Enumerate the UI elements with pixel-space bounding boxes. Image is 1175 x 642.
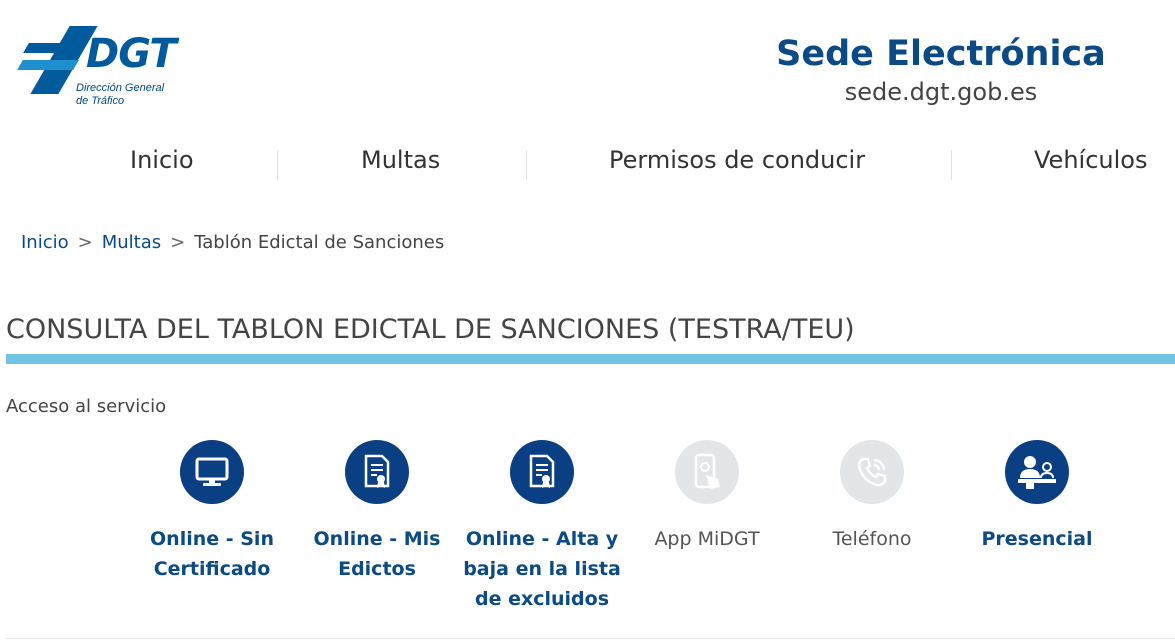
monitor-icon <box>195 457 229 486</box>
content-divider <box>6 638 1175 639</box>
service-label-line: Online - Mis <box>313 528 441 550</box>
service-icon-circle <box>675 440 739 504</box>
service-online-sin-certificado[interactable]: Online - Sin Certificado <box>127 440 297 584</box>
section-label: Acceso al servicio <box>6 396 167 417</box>
main-nav: Inicio Multas Permisos de conducir Vehíc… <box>0 146 1175 182</box>
mobile-app-icon <box>694 453 720 489</box>
logo-wordmark: DGT <box>86 31 177 77</box>
service-label-line: Presencial <box>981 528 1093 550</box>
service-label-line: baja en la lista <box>463 558 621 580</box>
breadcrumb-separator: > <box>170 232 186 253</box>
breadcrumb-current: Tablón Edictal de Sanciones <box>194 232 445 253</box>
site-url: sede.dgt.gob.es <box>844 78 1038 106</box>
service-label-line: de excluidos <box>474 588 610 610</box>
service-label-line: Teléfono <box>832 528 912 550</box>
service-telefono[interactable]: Teléfono <box>787 440 957 554</box>
page-title: CONSULTA DEL TABLON EDICTAL DE SANCIONES… <box>6 314 855 345</box>
service-online-alta-baja-excluidos[interactable]: Online - Alta y baja en la lista de excl… <box>457 440 627 614</box>
service-icon-circle <box>345 440 409 504</box>
service-label: Online - Mis Edictos <box>292 524 462 584</box>
logo-stripe <box>23 43 85 53</box>
breadcrumb-link-inicio[interactable]: Inicio <box>21 232 69 253</box>
nav-divider <box>951 150 952 180</box>
service-label: Online - Alta y baja en la lista de excl… <box>457 524 627 614</box>
certificate-document-icon <box>529 454 555 488</box>
service-icon-circle <box>180 440 244 504</box>
nav-item-vehiculos[interactable]: Vehículos <box>1034 146 1147 174</box>
service-label: Teléfono <box>787 524 957 554</box>
nav-item-multas[interactable]: Multas <box>361 146 440 174</box>
site-title: Sede Electrónica <box>776 34 1106 74</box>
nav-divider <box>277 150 278 180</box>
service-label: Presencial <box>952 524 1122 554</box>
dgt-logo[interactable]: DGT Dirección General de Tráfico <box>17 26 190 112</box>
service-label: App MiDGT <box>622 524 792 554</box>
nav-item-inicio[interactable]: Inicio <box>130 146 194 174</box>
service-app-midgt[interactable]: App MiDGT <box>622 440 792 554</box>
counter-attendance-icon <box>1018 456 1056 489</box>
service-label-line: Online - Sin <box>150 528 274 550</box>
breadcrumb-link-multas[interactable]: Multas <box>102 232 161 253</box>
service-icon-circle <box>840 440 904 504</box>
breadcrumb: Inicio > Multas > Tablón Edictal de Sancione… <box>21 232 444 253</box>
service-online-mis-edictos[interactable]: Online - Mis Edictos <box>292 440 462 584</box>
service-label-line: Certificado <box>153 558 271 580</box>
service-label: Online - Sin Certificado <box>127 524 297 584</box>
service-icon-circle <box>510 440 574 504</box>
logo-subtitle: Dirección General de Tráfico <box>76 82 164 108</box>
logo-subtitle-line1: Dirección General <box>76 82 165 94</box>
service-icon-circle <box>1005 440 1069 504</box>
title-underline <box>6 354 1175 364</box>
service-label-line: Online - Alta y <box>465 528 619 550</box>
service-presencial[interactable]: Presencial <box>952 440 1122 554</box>
nav-divider <box>526 150 527 180</box>
logo-subtitle-line2: de Tráfico <box>76 95 125 107</box>
service-label-line: Edictos <box>338 558 416 580</box>
logo-stripe <box>17 60 79 70</box>
breadcrumb-separator: > <box>77 232 93 253</box>
certificate-document-icon <box>364 454 390 488</box>
service-label-line: App MiDGT <box>654 528 760 550</box>
nav-item-permisos[interactable]: Permisos de conducir <box>609 146 865 174</box>
phone-icon <box>857 457 887 487</box>
